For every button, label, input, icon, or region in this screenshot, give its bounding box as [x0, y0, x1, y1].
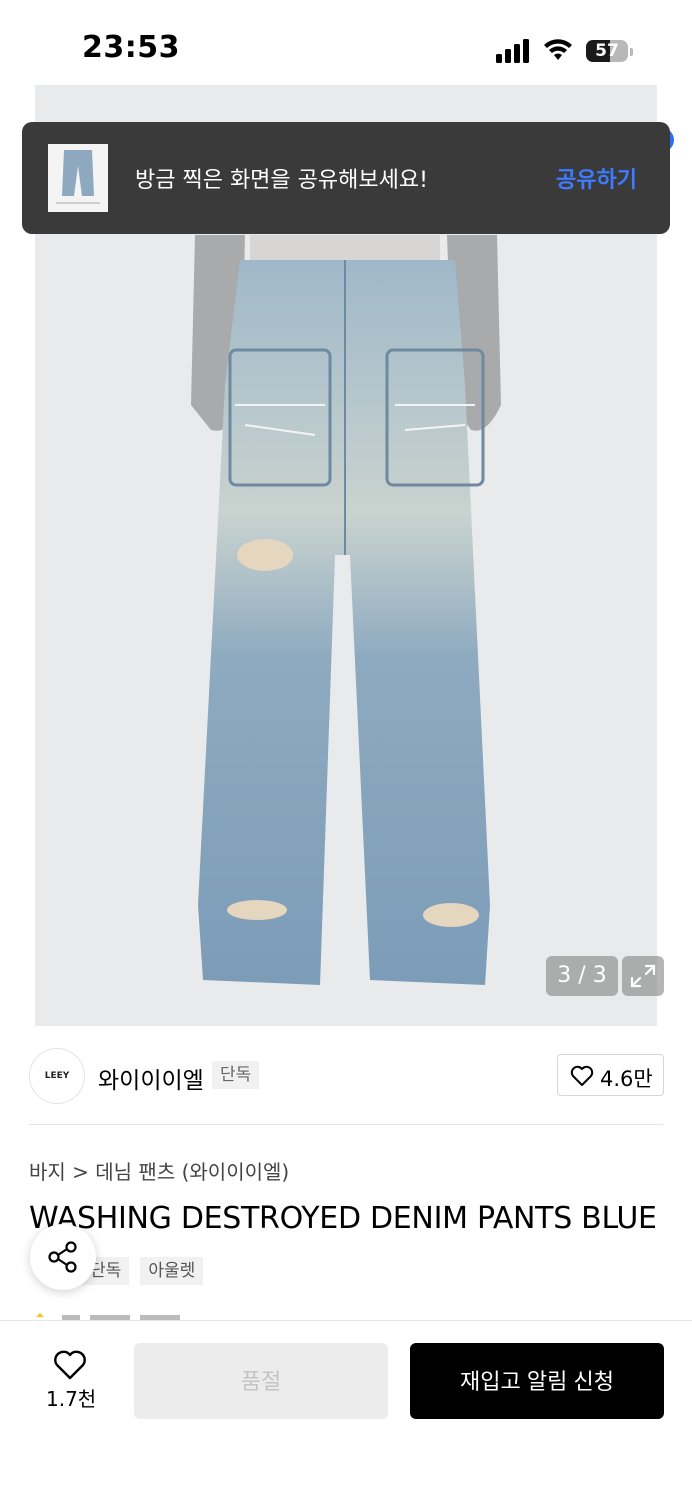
image-counter: 3 / 3 — [546, 956, 618, 996]
brand-logo[interactable]: LEEY — [29, 1048, 85, 1104]
share-icon — [48, 1241, 77, 1273]
breadcrumb[interactable]: 바지 > 데님 팬츠 (와이이이엘) — [29, 1156, 289, 1185]
heart-icon — [570, 1065, 594, 1086]
share-toast[interactable]: 방금 찍은 화면을 공유해보세요! 공유하기 — [22, 122, 670, 234]
wifi-icon — [544, 39, 572, 60]
toast-message: 방금 찍은 화면을 공유해보세요! — [135, 168, 428, 193]
soldout-button: 품절 — [134, 1343, 388, 1419]
battery-icon: 57 — [586, 38, 634, 64]
divider — [29, 1124, 663, 1125]
brand-like-count: 4.6만 — [600, 1067, 653, 1091]
battery-level: 57 — [595, 41, 619, 61]
exclusive-badge: 단독 — [212, 1061, 260, 1089]
screenshot-thumbnail[interactable] — [48, 144, 108, 212]
product-tags: 단독 아울렛 — [82, 1257, 209, 1285]
bottom-action-bar: 1.7천 품절 재입고 알림 신청 — [0, 1320, 692, 1501]
expand-button[interactable] — [622, 956, 664, 996]
status-time: 23:53 — [82, 30, 180, 65]
brand-name[interactable]: 와이이이엘 — [98, 1061, 204, 1095]
share-button[interactable] — [30, 1224, 96, 1290]
expand-icon — [630, 964, 656, 988]
cellular-signal-icon — [496, 39, 529, 63]
wishlist-heart-icon[interactable] — [52, 1349, 88, 1381]
tag-outlet: 아울렛 — [140, 1257, 204, 1285]
brand-like-button[interactable]: 4.6만 — [557, 1054, 664, 1096]
product-title: WASHING DESTROYED DENIM PANTS BLUE — [29, 1201, 657, 1236]
share-action-link[interactable]: 공유하기 — [556, 162, 637, 194]
restock-alert-button[interactable]: 재입고 알림 신청 — [410, 1343, 664, 1419]
wishlist-count: 1.7천 — [46, 1387, 97, 1411]
